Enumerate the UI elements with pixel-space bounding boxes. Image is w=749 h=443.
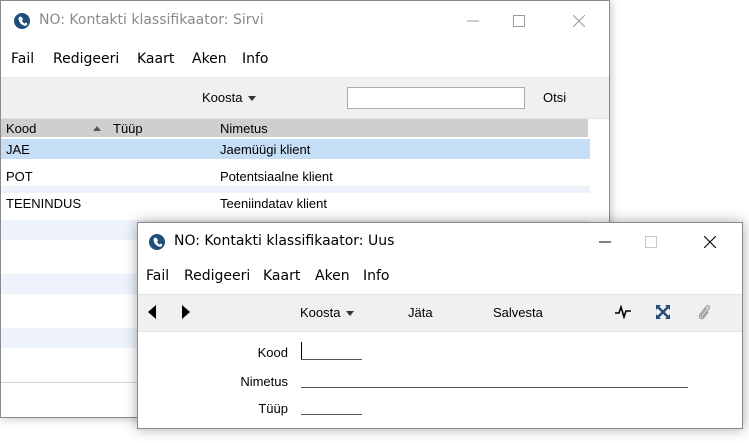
search-input[interactable] bbox=[347, 87, 525, 109]
maximize-icon bbox=[513, 15, 525, 27]
menu-aken[interactable]: Aken bbox=[192, 51, 227, 67]
col-tuup[interactable]: Tüüp bbox=[113, 121, 143, 136]
col-nimetus[interactable]: Nimetus bbox=[220, 121, 268, 136]
next-button[interactable] bbox=[180, 305, 190, 322]
maximize-icon bbox=[645, 236, 657, 248]
chevron-down-icon bbox=[248, 96, 257, 102]
minimize-button[interactable] bbox=[592, 229, 618, 255]
menu-fail[interactable]: Fail bbox=[146, 268, 169, 284]
table-row-empty bbox=[1, 186, 590, 193]
koosta-button[interactable]: Koosta bbox=[202, 90, 257, 105]
row-nimetus: Jaemüügi klient bbox=[220, 142, 311, 157]
attachment-button[interactable] bbox=[697, 304, 711, 324]
title-bar[interactable]: NO: Kontakti klassifikaator: Uus bbox=[138, 223, 742, 261]
menu-aken[interactable]: Aken bbox=[315, 268, 350, 284]
window-title: NO: Kontakti klassifikaator: Uus bbox=[174, 233, 395, 249]
sort-ascending-icon bbox=[93, 126, 101, 131]
row-kood: JAE bbox=[6, 142, 30, 157]
menu-bar: Fail Redigeeri Kaart Aken Info bbox=[138, 268, 742, 292]
attachment-icon bbox=[698, 305, 710, 320]
minimize-button[interactable] bbox=[460, 8, 486, 34]
activity-button[interactable] bbox=[615, 304, 631, 322]
app-icon bbox=[148, 233, 166, 251]
menu-fail[interactable]: Fail bbox=[11, 51, 34, 67]
new-record-window: NO: Kontakti klassifikaator: Uus Fail Re… bbox=[137, 222, 743, 429]
close-icon bbox=[573, 15, 585, 27]
col-kood[interactable]: Kood bbox=[6, 121, 36, 136]
row-kood: TEENINDUS bbox=[6, 196, 82, 211]
nimetus-underline bbox=[301, 387, 688, 388]
close-button[interactable] bbox=[566, 8, 592, 34]
maximize-button[interactable] bbox=[638, 229, 664, 255]
menu-kaart[interactable]: Kaart bbox=[263, 268, 300, 284]
tuup-underline bbox=[301, 414, 362, 415]
arrow-left-icon bbox=[148, 305, 156, 319]
close-icon bbox=[704, 236, 716, 248]
window-title: NO: Kontakti klassifikaator: Sirvi bbox=[39, 12, 264, 28]
menu-redigeeri[interactable]: Redigeeri bbox=[53, 51, 119, 67]
minimize-icon bbox=[599, 241, 611, 243]
minimize-icon bbox=[467, 20, 479, 22]
toolbar: Koosta Jäta Salvesta bbox=[138, 294, 742, 332]
row-nimetus: Teeniindatav klient bbox=[220, 196, 327, 211]
app-icon bbox=[13, 12, 31, 30]
table-row[interactable]: TEENINDUS Teeniindatav klient bbox=[1, 193, 590, 213]
koosta-label: Koosta bbox=[300, 305, 341, 320]
menu-bar: Fail Redigeeri Kaart Aken Info bbox=[1, 51, 609, 75]
chevron-down-icon bbox=[346, 311, 355, 317]
expand-button[interactable] bbox=[655, 304, 671, 323]
close-button[interactable] bbox=[697, 229, 723, 255]
maximize-button[interactable] bbox=[506, 8, 532, 34]
menu-kaart[interactable]: Kaart bbox=[137, 51, 174, 67]
previous-button[interactable] bbox=[148, 305, 158, 322]
table-row[interactable]: POT Potentsiaalne klient bbox=[1, 166, 590, 186]
kood-underline bbox=[301, 359, 362, 360]
expand-icon bbox=[656, 305, 670, 319]
activity-icon bbox=[615, 304, 631, 320]
column-header: Kood Tüüp Nimetus bbox=[1, 119, 588, 137]
table-row[interactable]: JAE Jaemüügi klient bbox=[1, 139, 590, 159]
otsi-button[interactable]: Otsi bbox=[543, 90, 566, 105]
tuup-label: Tüüp bbox=[258, 401, 288, 416]
kood-label: Kood bbox=[257, 345, 288, 360]
menu-redigeeri[interactable]: Redigeeri bbox=[184, 268, 250, 284]
salvesta-button[interactable]: Salvesta bbox=[493, 305, 543, 320]
menu-info[interactable]: Info bbox=[242, 51, 269, 67]
toolbar: Koosta Otsi bbox=[1, 77, 609, 119]
koosta-button[interactable]: Koosta bbox=[300, 305, 355, 320]
jata-button[interactable]: Jäta bbox=[408, 305, 433, 320]
nimetus-label: Nimetus bbox=[240, 374, 288, 389]
koosta-label: Koosta bbox=[202, 90, 243, 105]
text-cursor bbox=[301, 342, 302, 359]
row-nimetus: Potentsiaalne klient bbox=[220, 169, 333, 184]
row-kood: POT bbox=[6, 169, 33, 184]
menu-info[interactable]: Info bbox=[363, 268, 390, 284]
arrow-right-icon bbox=[182, 305, 190, 319]
title-bar[interactable]: NO: Kontakti klassifikaator: Sirvi bbox=[1, 1, 609, 41]
